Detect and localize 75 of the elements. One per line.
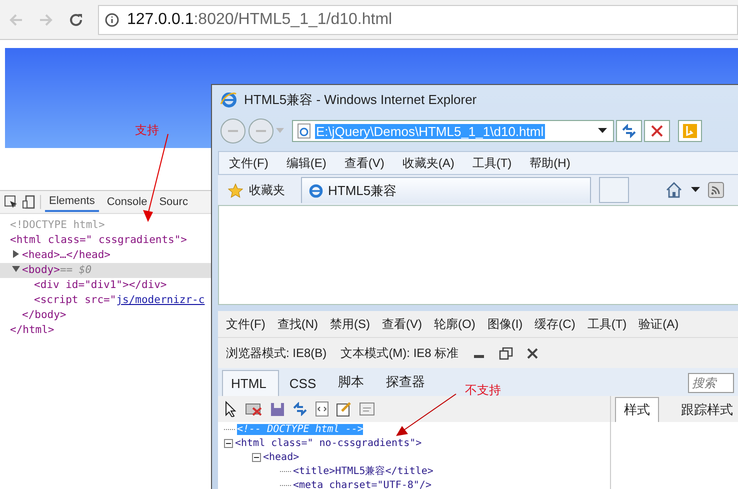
menu-item[interactable]: 文件(F) bbox=[229, 154, 268, 172]
menu-item[interactable]: 编辑(E) bbox=[286, 154, 326, 172]
inspect-icon[interactable] bbox=[4, 195, 18, 209]
devtools-tab[interactable]: 探查器 bbox=[378, 368, 438, 396]
clear-icon[interactable] bbox=[245, 402, 263, 416]
close-icon[interactable] bbox=[526, 348, 538, 358]
window-title: HTML5兼容 - Windows Internet Explorer bbox=[244, 91, 477, 109]
collapse-icon[interactable] bbox=[252, 452, 261, 462]
collapse-icon[interactable] bbox=[224, 438, 233, 448]
url-text: 127.0.0.1:8020/HTML5_1_1/d10.html bbox=[127, 10, 392, 28]
dom-node[interactable]: </html> bbox=[0, 323, 211, 338]
menu-item[interactable]: 轮廓(O) bbox=[434, 316, 476, 332]
browser-mode-menu[interactable]: 浏览器模式: IE8(B) bbox=[226, 344, 327, 362]
browser-tab[interactable]: HTML5兼容 bbox=[301, 177, 591, 203]
document-mode-menu[interactable]: 文本模式(M): IE8 标准 bbox=[340, 344, 459, 362]
favorites-button[interactable]: 收藏夹 bbox=[228, 182, 293, 198]
refresh-icon[interactable] bbox=[292, 402, 308, 416]
annotation-arrow bbox=[396, 394, 456, 436]
pointer-icon[interactable] bbox=[224, 401, 238, 417]
devtools-tab[interactable]: HTML bbox=[222, 370, 280, 396]
dom-node[interactable]: <body>== $0 bbox=[0, 263, 211, 278]
restore-icon[interactable] bbox=[498, 346, 513, 360]
menu-item[interactable]: 查看(V) bbox=[382, 316, 422, 332]
menu-item[interactable]: 禁用(S) bbox=[330, 316, 370, 332]
code-icon[interactable] bbox=[315, 401, 329, 417]
style-tab[interactable]: 跟踪样式 bbox=[673, 398, 738, 422]
url-text: E:\jQuery\Demos\HTML5_1_1\d10.html bbox=[315, 124, 545, 138]
menu-item[interactable]: 工具(T) bbox=[587, 316, 627, 332]
dom-node[interactable]: <div id="div1"></div> bbox=[0, 278, 211, 293]
devtools-tab[interactable]: 脚本 bbox=[330, 368, 376, 396]
save-icon[interactable] bbox=[270, 402, 285, 416]
devtools-tab[interactable]: Console bbox=[102, 193, 152, 211]
dom-node[interactable]: <head>…</head> bbox=[0, 248, 211, 263]
annotation-text: 支持 bbox=[135, 122, 159, 139]
refresh-icon bbox=[621, 124, 637, 138]
ie-logo-icon bbox=[220, 91, 238, 109]
window-icon[interactable] bbox=[359, 402, 375, 416]
reload-icon[interactable] bbox=[68, 12, 84, 28]
menu-item[interactable]: 缓存(C) bbox=[534, 316, 576, 332]
menu-item[interactable]: 图像(I) bbox=[487, 316, 523, 332]
address-bar[interactable]: 127.0.0.1:8020/HTML5_1_1/d10.html bbox=[98, 4, 738, 34]
device-icon[interactable] bbox=[22, 195, 36, 209]
edit-icon[interactable] bbox=[336, 401, 352, 417]
dom-node[interactable]: <meta charset="UTF-8"/> bbox=[293, 480, 432, 489]
menu-item[interactable]: 帮助(H) bbox=[530, 154, 570, 172]
menu-item[interactable]: 收藏夹(A) bbox=[402, 154, 454, 172]
search-provider-icon[interactable] bbox=[678, 120, 702, 142]
dom-node[interactable]: <html class=" cssgradients"> bbox=[0, 233, 211, 248]
menu-item[interactable]: 查看(V) bbox=[344, 154, 384, 172]
menu-item[interactable]: 查找(N) bbox=[277, 316, 318, 332]
dom-node[interactable]: <head> bbox=[263, 452, 300, 462]
search-field[interactable]: 搜索 bbox=[688, 373, 734, 393]
caret-icon[interactable] bbox=[598, 128, 607, 134]
dom-node[interactable]: <title>HTML5兼容</title> bbox=[293, 464, 434, 478]
info-icon[interactable] bbox=[105, 12, 119, 26]
devtools-tab[interactable]: Elements bbox=[45, 192, 99, 212]
refresh-button[interactable] bbox=[616, 120, 642, 142]
ie-logo-icon bbox=[308, 182, 324, 198]
rss-feed-icon[interactable] bbox=[708, 182, 724, 198]
annotation-text: 不支持 bbox=[465, 382, 501, 399]
star-icon bbox=[228, 182, 243, 198]
menu-item[interactable]: 文件(F) bbox=[226, 316, 266, 332]
devtools-tab[interactable]: CSS bbox=[281, 371, 328, 396]
style-tab[interactable]: 样式 bbox=[615, 397, 659, 422]
dom-node[interactable]: </body> bbox=[0, 308, 211, 323]
devtools-tab[interactable]: Sourc bbox=[155, 193, 192, 211]
dom-node[interactable]: <script src="js/modernizr-c bbox=[0, 293, 211, 308]
dom-node[interactable]: <html class=" no-cssgradients"> bbox=[235, 438, 422, 448]
home-icon[interactable] bbox=[665, 181, 683, 199]
page-icon bbox=[297, 123, 311, 139]
close-icon bbox=[651, 125, 663, 137]
stop-button[interactable] bbox=[644, 120, 670, 142]
menu-item[interactable]: 验证(A) bbox=[638, 316, 679, 332]
caret-icon[interactable] bbox=[691, 187, 700, 193]
menu-item[interactable]: 工具(T) bbox=[472, 154, 512, 172]
